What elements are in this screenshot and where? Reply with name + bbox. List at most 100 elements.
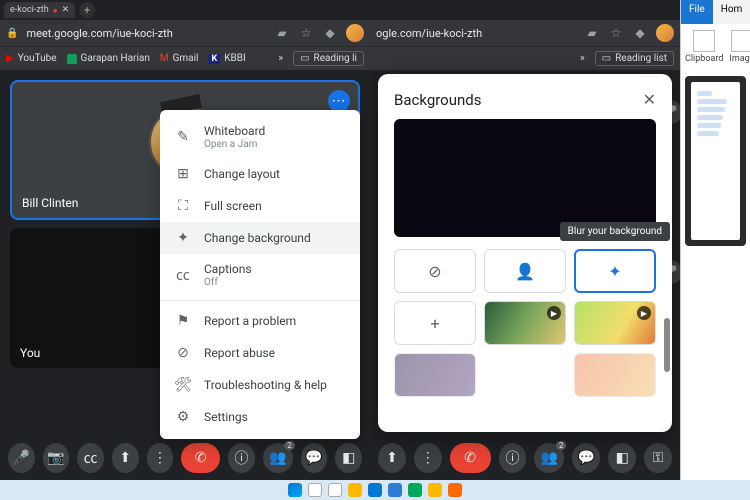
document-preview — [685, 76, 746, 246]
profile-avatar[interactable] — [346, 24, 364, 42]
abuse-icon: ⊘ — [174, 345, 192, 361]
hangup-button[interactable]: ✆ — [181, 443, 220, 473]
feedback-icon: ⚑ — [174, 313, 192, 329]
browser-tab[interactable]: e-koci-zth ● ✕ — [4, 2, 75, 18]
blur-tooltip: Blur your background — [560, 222, 670, 241]
info-button[interactable]: ⓘ — [228, 443, 255, 473]
url-text-2[interactable]: ogle.com/iue-koci-zth — [376, 27, 576, 40]
menu-troubleshoot[interactable]: 🛠 Troubleshooting & help — [160, 369, 360, 401]
taskbar-app[interactable] — [448, 483, 462, 497]
star-icon[interactable]: ☆ — [298, 25, 314, 41]
tab-bar: e-koci-zth ● ✕ + — [0, 0, 370, 20]
bg-none[interactable]: ⊘ — [394, 249, 476, 293]
start-button[interactable] — [288, 483, 302, 497]
bg-blur[interactable]: ✦ — [574, 249, 656, 293]
more-button[interactable]: ⋮ — [414, 443, 442, 473]
taskbar-app[interactable] — [408, 483, 422, 497]
activities-button[interactable]: ◧ — [335, 443, 362, 473]
url-text[interactable]: meet.google.com/iue-koci-zth — [26, 27, 266, 40]
tool-clipboard[interactable]: Clipboard — [685, 30, 723, 64]
captions-icon: ㏄ — [174, 265, 192, 285]
activities-button[interactable]: ◧ — [608, 443, 636, 473]
chat-button[interactable]: 💬 — [301, 443, 328, 473]
ribbon: File Hom — [681, 0, 750, 24]
tile-more-button[interactable]: ⋯ — [328, 90, 350, 112]
present-button[interactable]: ⬆ — [378, 443, 406, 473]
menu-whiteboard[interactable]: ✎ WhiteboardOpen a Jam — [160, 116, 360, 158]
bookmark-youtube[interactable]: ▶YouTube — [6, 53, 57, 64]
side-app: File Hom Clipboard Image — [680, 0, 750, 480]
fullscreen-icon: ⛶ — [174, 198, 192, 214]
reading-list-button[interactable]: ▭ Reading li — [293, 51, 364, 66]
bookmark-kbbi[interactable]: KKBBI — [208, 53, 245, 64]
play-icon: ▶ — [637, 306, 651, 320]
address-bar: 🔒 meet.google.com/iue-koci-zth ▰ ☆ ◆ — [0, 20, 370, 46]
mic-button[interactable]: 🎤 — [8, 443, 35, 473]
taskbar-app[interactable] — [308, 483, 322, 497]
tool-image[interactable]: Image — [729, 30, 750, 64]
cc-button[interactable]: ㏄ — [77, 443, 104, 473]
taskbar-app[interactable] — [368, 483, 382, 497]
taskbar-app[interactable] — [328, 483, 342, 497]
background-grid: ⊘ 👤 ✦ + ▶ ▶ — [394, 249, 656, 397]
ribbon-tools: Clipboard Image — [681, 24, 750, 70]
menu-report-problem[interactable]: ⚑ Report a problem — [160, 305, 360, 337]
meet-bottom-bar: 🎤 📷 ㏄ ⬆ ⋮ ✆ ⓘ 👥2 💬 ◧ — [0, 436, 370, 480]
tab-title: e-koci-zth — [10, 5, 49, 15]
reading-list-button[interactable]: ▭ Reading list — [595, 51, 674, 66]
menu-change-layout[interactable]: ⊞ Change layout — [160, 158, 360, 190]
background-icon: ✦ — [174, 230, 192, 246]
people-count: 2 — [284, 441, 295, 450]
people-count: 2 — [556, 441, 567, 450]
extension-icon[interactable]: ◆ — [632, 25, 648, 41]
lock-icon: 🔒 — [6, 28, 18, 39]
taskbar-app[interactable] — [388, 483, 402, 497]
backgrounds-panel: Backgrounds ✕ ⊘ 👤 ✦ + ▶ ▶ — [378, 74, 672, 432]
present-button[interactable]: ⬆ — [112, 443, 139, 473]
bookmarks-bar-2: » ▭ Reading list — [370, 46, 680, 70]
menu-captions[interactable]: ㏄ CaptionsOff — [160, 254, 360, 296]
scrollbar-thumb[interactable] — [664, 318, 670, 372]
gear-icon: ⚙ — [174, 409, 192, 425]
chat-button[interactable]: 💬 — [572, 443, 600, 473]
bg-thumb-2[interactable]: ▶ — [574, 301, 656, 345]
bookmarks-bar: ▶YouTube Garapan Harian MGmail KKBBI » ▭… — [0, 46, 370, 70]
bookmarks-overflow-icon[interactable]: » — [580, 53, 585, 64]
bookmark-garapan[interactable]: Garapan Harian — [67, 53, 150, 64]
ribbon-file[interactable]: File — [681, 0, 713, 24]
bookmarks-overflow-icon[interactable]: » — [278, 53, 283, 64]
address-bar-2: ogle.com/iue-koci-zth ▰ ☆ ◆ — [370, 20, 680, 46]
taskbar-app[interactable] — [348, 483, 362, 497]
layout-icon: ⊞ — [174, 166, 192, 182]
bookmark-gmail[interactable]: MGmail — [160, 53, 199, 64]
camera-button[interactable]: 📷 — [43, 443, 70, 473]
close-tab-icon[interactable]: ✕ — [62, 5, 70, 15]
help-icon: 🛠 — [174, 377, 192, 393]
bg-thumb-3[interactable] — [394, 353, 476, 397]
new-tab-button[interactable]: + — [79, 2, 95, 18]
info-button[interactable]: ⓘ — [499, 443, 527, 473]
menu-settings[interactable]: ⚙ Settings — [160, 401, 360, 433]
host-controls-button[interactable]: ⚿ — [644, 443, 672, 473]
bg-thumb-1[interactable]: ▶ — [484, 301, 566, 345]
camera-icon[interactable]: ▰ — [584, 25, 600, 41]
camera-icon[interactable]: ▰ — [274, 25, 290, 41]
windows-taskbar — [0, 480, 750, 500]
bg-blur-light[interactable]: 👤 — [484, 249, 566, 293]
taskbar-app[interactable] — [428, 483, 442, 497]
star-icon[interactable]: ☆ — [608, 25, 624, 41]
participant-name: Bill Clinten — [22, 196, 78, 210]
more-button[interactable]: ⋮ — [147, 443, 174, 473]
menu-full-screen[interactable]: ⛶ Full screen — [160, 190, 360, 222]
bg-upload[interactable]: + — [394, 301, 476, 345]
profile-avatar[interactable] — [656, 24, 674, 42]
close-icon[interactable]: ✕ — [643, 90, 656, 109]
hangup-button[interactable]: ✆ — [450, 443, 491, 473]
ribbon-home[interactable]: Hom — [713, 0, 750, 24]
more-options-menu: ✎ WhiteboardOpen a Jam ⊞ Change layout ⛶… — [160, 110, 360, 439]
backgrounds-title: Backgrounds — [394, 91, 481, 109]
bg-thumb-4[interactable] — [574, 353, 656, 397]
menu-change-background[interactable]: ✦ Change background — [160, 222, 360, 254]
menu-report-abuse[interactable]: ⊘ Report abuse — [160, 337, 360, 369]
extension-icon[interactable]: ◆ — [322, 25, 338, 41]
